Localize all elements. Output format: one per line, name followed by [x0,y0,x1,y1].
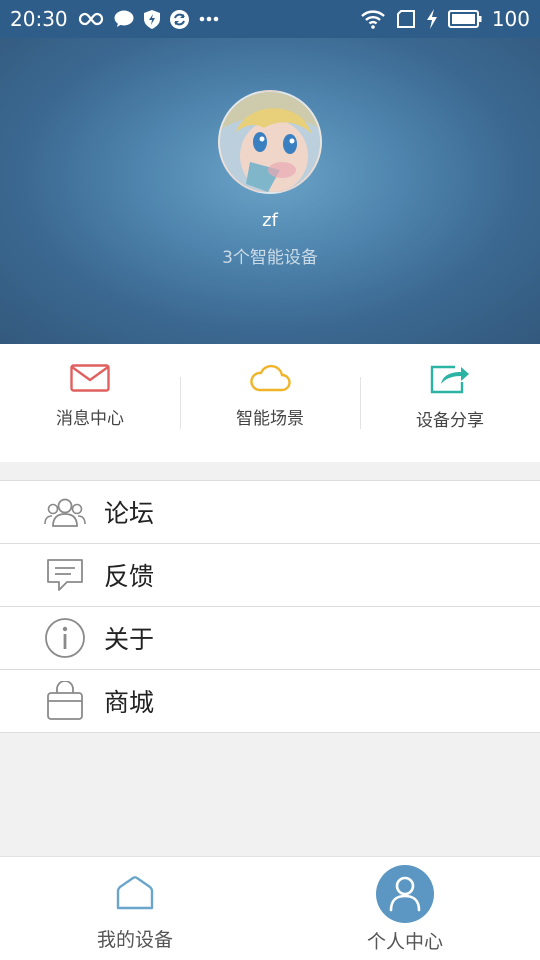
device-share-label: 设备分享 [416,411,484,431]
device-count: 3个智能设备 [222,248,318,268]
tab-personal-center-label: 个人中心 [366,931,443,953]
tab-personal-center[interactable]: 个人中心 [270,857,540,960]
users-icon [42,489,88,535]
battery-level: 100 [491,7,530,31]
menu-label-about: 关于 [104,625,155,654]
tab-my-devices-label: 我的设备 [96,929,173,951]
mail-icon [70,364,110,396]
avatar[interactable] [218,90,322,194]
menu-list: 论坛 反馈 关于 商城 [0,480,540,733]
tab-my-devices[interactable]: 我的设备 [0,857,270,960]
menu-item-about[interactable]: 关于 [0,607,540,670]
bottom-nav: 我的设备 个人中心 [0,856,540,960]
smart-scene-button[interactable]: 智能场景 [180,344,360,462]
sync-icon [169,9,189,29]
device-share-button[interactable]: 设备分享 [360,344,540,462]
profile-header: zf 3个智能设备 [0,38,540,344]
menu-label-forum: 论坛 [104,499,155,528]
menu-label-feedback: 反馈 [104,562,155,591]
wifi-icon [360,9,386,29]
status-bar: 20:30 100 [0,0,540,38]
charging-icon [426,9,438,29]
bag-icon [42,678,88,724]
chat-icon [42,552,88,598]
menu-label-mall: 商城 [104,688,155,717]
message-center-label: 消息中心 [56,409,124,429]
menu-item-feedback[interactable]: 反馈 [0,544,540,607]
infinity-icon [78,12,104,26]
quick-actions: 消息中心 智能场景 设备分享 [0,344,540,462]
menu-item-forum[interactable]: 论坛 [0,481,540,544]
more-icon [199,16,219,22]
menu-item-mall[interactable]: 商城 [0,670,540,733]
person-icon [376,865,434,923]
status-time: 20:30 [10,7,68,31]
battery-icon [447,10,482,28]
share-icon [429,364,471,398]
sim-icon [396,10,416,28]
username: zf [262,210,278,231]
info-icon [42,615,88,661]
shield-icon [143,9,160,29]
cloud-icon [249,364,291,396]
home-icon [115,875,155,915]
message-center-button[interactable]: 消息中心 [0,344,180,462]
message-icon [114,10,134,28]
smart-scene-label: 智能场景 [236,409,304,429]
